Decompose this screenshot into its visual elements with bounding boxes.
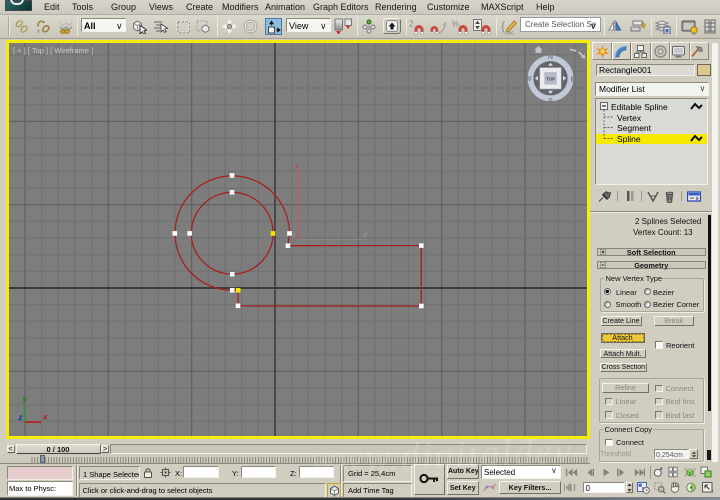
svg-text:TOP: TOP — [546, 76, 555, 81]
svg-text:W: W — [524, 74, 532, 83]
svg-text:S: S — [548, 96, 553, 105]
svg-text:2: 2 — [409, 19, 414, 29]
svg-text:y: y — [294, 161, 300, 170]
svg-text:y: y — [22, 395, 28, 404]
svg-text:N: N — [548, 52, 553, 61]
svg-text:x: x — [42, 413, 48, 422]
svg-text:%: % — [452, 19, 460, 29]
svg-text:ABC: ABC — [505, 31, 515, 36]
svg-text:z: z — [18, 413, 23, 422]
